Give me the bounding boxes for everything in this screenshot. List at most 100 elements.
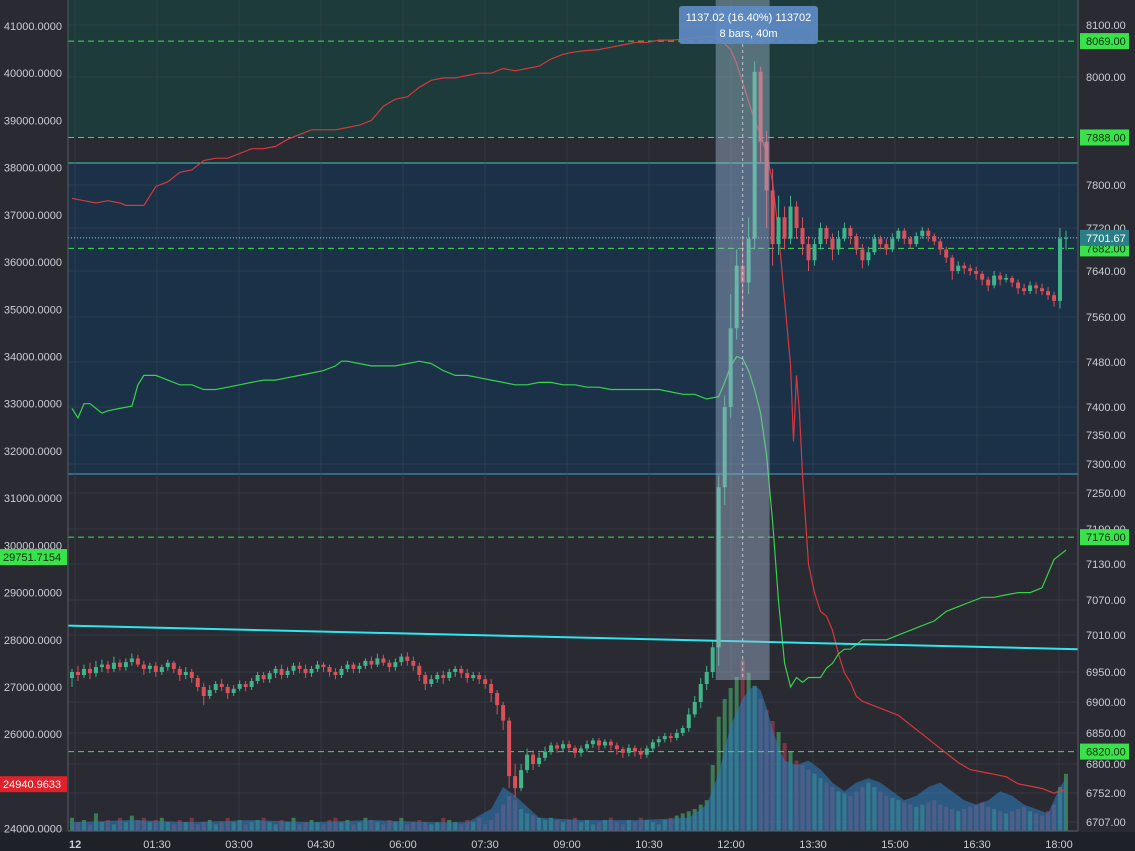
candle-body bbox=[926, 230, 931, 237]
candle-body bbox=[219, 684, 224, 687]
right-tick-label: 6707.00 bbox=[1086, 817, 1126, 829]
candle-body bbox=[531, 754, 536, 764]
x-tick-label: 18:00 bbox=[1045, 839, 1073, 851]
candle-body bbox=[213, 684, 218, 690]
left-tick-label: 26000.0000 bbox=[4, 729, 62, 741]
left-tick-label: 32000.0000 bbox=[4, 446, 62, 458]
candle-body bbox=[549, 745, 554, 752]
candle-body bbox=[962, 265, 967, 269]
candle-body bbox=[537, 757, 542, 764]
candle-body bbox=[896, 230, 901, 239]
candle-body bbox=[195, 678, 200, 687]
candle-body bbox=[393, 662, 398, 668]
candle-body bbox=[986, 279, 991, 286]
candle-body bbox=[81, 668, 86, 675]
candle-body bbox=[189, 672, 194, 678]
candle-body bbox=[105, 664, 110, 669]
candle-body bbox=[704, 672, 709, 684]
candle-body bbox=[315, 664, 320, 669]
candle-body bbox=[141, 664, 146, 669]
right-tick-label: 8000.00 bbox=[1086, 72, 1126, 84]
candle-body bbox=[830, 238, 835, 250]
candle-body bbox=[1004, 277, 1009, 280]
candle-body bbox=[848, 228, 853, 237]
candle-body bbox=[1034, 285, 1039, 289]
right-tick-label: 7010.00 bbox=[1086, 630, 1126, 642]
candle-body bbox=[662, 736, 667, 740]
candle-body bbox=[561, 744, 566, 749]
candle-body bbox=[369, 660, 374, 665]
candle-body bbox=[1040, 288, 1045, 292]
candle-body bbox=[297, 665, 302, 669]
candle-body bbox=[111, 662, 116, 669]
zone-top bbox=[68, 0, 1078, 138]
candle-body bbox=[93, 667, 98, 674]
x-tick-label: 10:30 bbox=[635, 839, 663, 851]
left-tick-label: 33000.0000 bbox=[4, 399, 62, 411]
left-price-badge-label: 24940.9633 bbox=[3, 779, 61, 791]
candle-body bbox=[908, 238, 913, 245]
candle-body bbox=[411, 660, 416, 666]
candle-body bbox=[123, 662, 128, 668]
candle-body bbox=[381, 658, 386, 663]
right-tick-label: 7250.00 bbox=[1086, 488, 1126, 500]
candle-body bbox=[483, 679, 488, 684]
candle-body bbox=[794, 206, 799, 228]
left-tick-label: 29000.0000 bbox=[4, 588, 62, 600]
candle-body bbox=[171, 662, 176, 669]
x-tick-label: 04:30 bbox=[307, 839, 335, 851]
candle-body bbox=[1010, 277, 1015, 283]
candle-body bbox=[932, 236, 937, 242]
candle-body bbox=[165, 662, 170, 668]
candle-body bbox=[620, 749, 625, 753]
candle-body bbox=[968, 268, 973, 271]
candle-body bbox=[788, 206, 793, 239]
candle-body bbox=[291, 665, 296, 671]
candle-body bbox=[513, 776, 518, 789]
left-tick-label: 40000.0000 bbox=[4, 68, 62, 80]
candle-body bbox=[267, 673, 272, 680]
candle-body bbox=[459, 668, 464, 674]
candle-body bbox=[590, 740, 595, 745]
candle-body bbox=[776, 217, 781, 245]
candle-body bbox=[686, 714, 691, 729]
candle-body bbox=[363, 660, 368, 666]
tooltip-line-2: 8 bars, 40m bbox=[719, 28, 777, 40]
right-tick-label: 7480.00 bbox=[1086, 357, 1126, 369]
right-tick-label: 7560.00 bbox=[1086, 312, 1126, 324]
candle-body bbox=[465, 673, 470, 678]
candle-body bbox=[237, 684, 242, 689]
candle-body bbox=[489, 684, 494, 693]
candle-body bbox=[375, 658, 380, 665]
candle-body bbox=[477, 675, 482, 680]
left-tick-label: 34000.0000 bbox=[4, 351, 62, 363]
candle-body bbox=[806, 244, 811, 261]
candle-body bbox=[495, 693, 500, 706]
candle-body bbox=[668, 736, 673, 738]
candle-body bbox=[674, 733, 679, 738]
x-tick-label: 15:00 bbox=[881, 839, 909, 851]
candle-body bbox=[351, 664, 356, 669]
candle-body bbox=[656, 739, 661, 743]
candle-body bbox=[99, 664, 104, 668]
candle-body bbox=[387, 662, 392, 668]
candle-body bbox=[1016, 282, 1021, 289]
candle-body bbox=[698, 684, 703, 702]
x-tick-label: 03:00 bbox=[225, 839, 253, 851]
candle-body bbox=[842, 228, 847, 239]
candle-body bbox=[770, 190, 775, 245]
candle-body bbox=[405, 656, 410, 661]
price-chart[interactable]: 41000.0000 40000.0000 39000.0000 38000.0000… bbox=[0, 0, 1135, 851]
right-level-badge-label: 7176.00 bbox=[1086, 532, 1126, 544]
candle-body bbox=[632, 747, 637, 752]
candle-body bbox=[129, 658, 134, 663]
candle-body bbox=[279, 668, 284, 675]
candle-body bbox=[1064, 237, 1068, 239]
candle-body bbox=[345, 664, 350, 669]
right-level-badge-label: 7888.00 bbox=[1086, 132, 1126, 144]
candle-body bbox=[974, 271, 979, 274]
candle-body bbox=[878, 238, 883, 245]
candle-body bbox=[644, 748, 649, 755]
right-tick-label: 6800.00 bbox=[1086, 759, 1126, 771]
candle-body bbox=[680, 728, 685, 733]
